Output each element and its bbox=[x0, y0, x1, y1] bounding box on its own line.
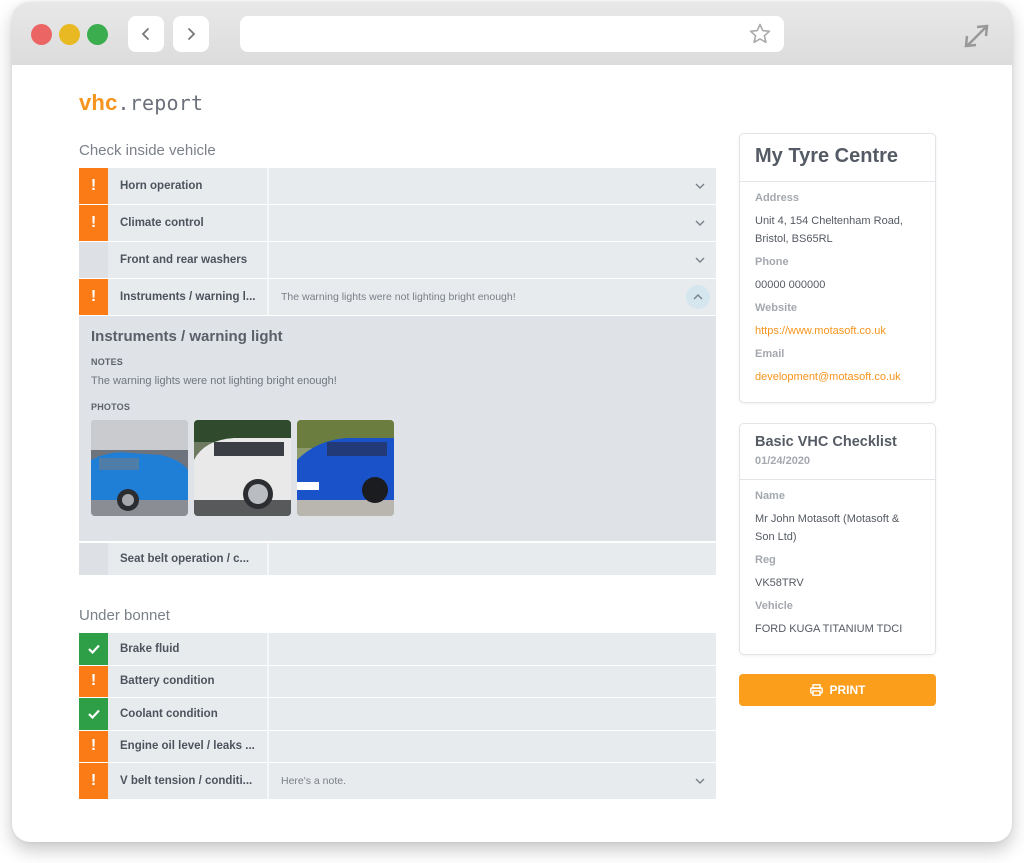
name-label: Name bbox=[755, 490, 785, 502]
checklist-title: Basic VHC Checklist bbox=[755, 434, 897, 450]
chevron-down-icon[interactable] bbox=[694, 775, 706, 787]
check-list-inside-vehicle: ! Horn operation ! Climate control Front… bbox=[79, 168, 716, 576]
check-name: Instruments / warning l... bbox=[108, 279, 269, 315]
browser-window: vhc.report Check inside vehicle ! Horn o… bbox=[12, 2, 1012, 842]
website-label: Website bbox=[755, 302, 797, 314]
photo-gallery bbox=[91, 420, 704, 516]
section-title: Check inside vehicle bbox=[79, 142, 216, 159]
email-link[interactable]: development@motasoft.co.uk bbox=[755, 368, 920, 386]
vehicle-value: FORD KUGA TITANIUM TDCI bbox=[755, 623, 903, 635]
warning-icon: ! bbox=[79, 168, 108, 204]
reg-value: VK58TRV bbox=[755, 577, 804, 589]
reg-label: Reg bbox=[755, 554, 776, 566]
check-note bbox=[269, 168, 716, 204]
notes-label: NOTES bbox=[91, 357, 124, 367]
check-row[interactable]: ! Engine oil level / leaks ... bbox=[79, 730, 716, 763]
check-note: The warning lights were not lighting bri… bbox=[281, 291, 516, 303]
address-label: Address bbox=[755, 192, 800, 204]
checklist-info-card: Basic VHC Checklist 01/24/2020 Name Mr J… bbox=[739, 423, 936, 655]
check-note bbox=[269, 205, 716, 241]
check-detail-panel: Instruments / warning light NOTES The wa… bbox=[79, 316, 716, 541]
check-note bbox=[269, 666, 716, 698]
check-note: Here's a note. bbox=[281, 775, 347, 787]
section-title: Under bonnet bbox=[79, 607, 170, 624]
vehicle-label: Vehicle bbox=[755, 600, 793, 612]
chevron-down-icon[interactable] bbox=[694, 254, 706, 266]
maximize-window-button[interactable] bbox=[87, 24, 108, 45]
check-row-expanded[interactable]: ! Instruments / warning l... The warning… bbox=[79, 279, 716, 315]
check-name: Coolant condition bbox=[108, 698, 269, 730]
warning-icon: ! bbox=[79, 205, 108, 241]
check-row[interactable]: Brake fluid bbox=[79, 633, 716, 665]
warning-icon: ! bbox=[79, 763, 108, 799]
check-note bbox=[269, 633, 716, 665]
phone-value: 00000 000000 bbox=[755, 279, 826, 291]
chevron-left-icon bbox=[141, 28, 149, 40]
check-name: Horn operation bbox=[108, 168, 269, 204]
browser-toolbar bbox=[12, 2, 1012, 65]
detail-title: Instruments / warning light bbox=[91, 328, 283, 345]
star-icon[interactable] bbox=[748, 22, 772, 46]
photo-thumbnail[interactable] bbox=[194, 420, 291, 516]
status-empty bbox=[79, 543, 108, 575]
print-button[interactable]: PRINT bbox=[739, 674, 936, 706]
check-list-under-bonnet: Brake fluid ! Battery condition Coolant … bbox=[79, 633, 716, 800]
check-row[interactable]: Seat belt operation / c... bbox=[79, 543, 716, 575]
address-value: Unit 4, 154 Cheltenham Road, Bristol, BS… bbox=[755, 215, 903, 245]
forward-button[interactable] bbox=[173, 16, 209, 52]
check-name: Climate control bbox=[108, 205, 269, 241]
check-row[interactable]: ! Climate control bbox=[79, 205, 716, 241]
warning-icon: ! bbox=[79, 665, 108, 697]
check-note bbox=[269, 731, 716, 763]
back-button[interactable] bbox=[128, 16, 164, 52]
print-label: PRINT bbox=[829, 683, 866, 697]
warning-icon: ! bbox=[79, 730, 108, 762]
check-name: V belt tension / conditi... bbox=[108, 763, 269, 799]
chevron-down-icon[interactable] bbox=[694, 217, 706, 229]
check-note bbox=[269, 242, 716, 278]
phone-label: Phone bbox=[755, 256, 789, 268]
check-note bbox=[269, 543, 716, 575]
minimize-window-button[interactable] bbox=[59, 24, 80, 45]
check-row[interactable]: Front and rear washers bbox=[79, 242, 716, 278]
warning-icon: ! bbox=[79, 279, 108, 315]
check-row[interactable]: ! Horn operation bbox=[79, 168, 716, 204]
check-name: Seat belt operation / c... bbox=[108, 543, 269, 575]
chevron-right-icon bbox=[188, 28, 196, 40]
check-name: Brake fluid bbox=[108, 633, 269, 665]
check-name: Battery condition bbox=[108, 665, 269, 697]
garage-name: My Tyre Centre bbox=[755, 145, 899, 167]
status-empty bbox=[79, 242, 108, 278]
garage-info-card: My Tyre Centre Address Unit 4, 154 Chelt… bbox=[739, 133, 936, 403]
notes-text: The warning lights were not lighting bri… bbox=[91, 375, 337, 387]
check-icon bbox=[79, 633, 108, 665]
photo-thumbnail[interactable] bbox=[297, 420, 394, 516]
logo[interactable]: vhc.report bbox=[79, 90, 203, 116]
check-row[interactable]: ! Battery condition bbox=[79, 665, 716, 698]
close-window-button[interactable] bbox=[31, 24, 52, 45]
check-note bbox=[269, 698, 716, 730]
check-icon bbox=[79, 698, 108, 730]
photo-thumbnail[interactable] bbox=[91, 420, 188, 516]
address-bar[interactable] bbox=[240, 16, 784, 52]
expand-arrows-icon[interactable] bbox=[960, 20, 994, 52]
email-label: Email bbox=[755, 348, 785, 360]
check-name: Front and rear washers bbox=[108, 242, 269, 278]
check-row[interactable]: ! V belt tension / conditi... Here's a n… bbox=[79, 763, 716, 799]
chevron-down-icon[interactable] bbox=[694, 180, 706, 192]
chevron-up-icon[interactable] bbox=[686, 285, 710, 309]
website-link[interactable]: https://www.motasoft.co.uk bbox=[755, 322, 920, 340]
check-name: Engine oil level / leaks ... bbox=[108, 730, 269, 762]
check-row[interactable]: Coolant condition bbox=[79, 698, 716, 730]
photos-label: PHOTOS bbox=[91, 402, 131, 412]
printer-icon bbox=[809, 684, 823, 696]
customer-name: Mr John Motasoft (Motasoft & Son Ltd) bbox=[755, 513, 900, 543]
checklist-date: 01/24/2020 bbox=[755, 455, 811, 467]
